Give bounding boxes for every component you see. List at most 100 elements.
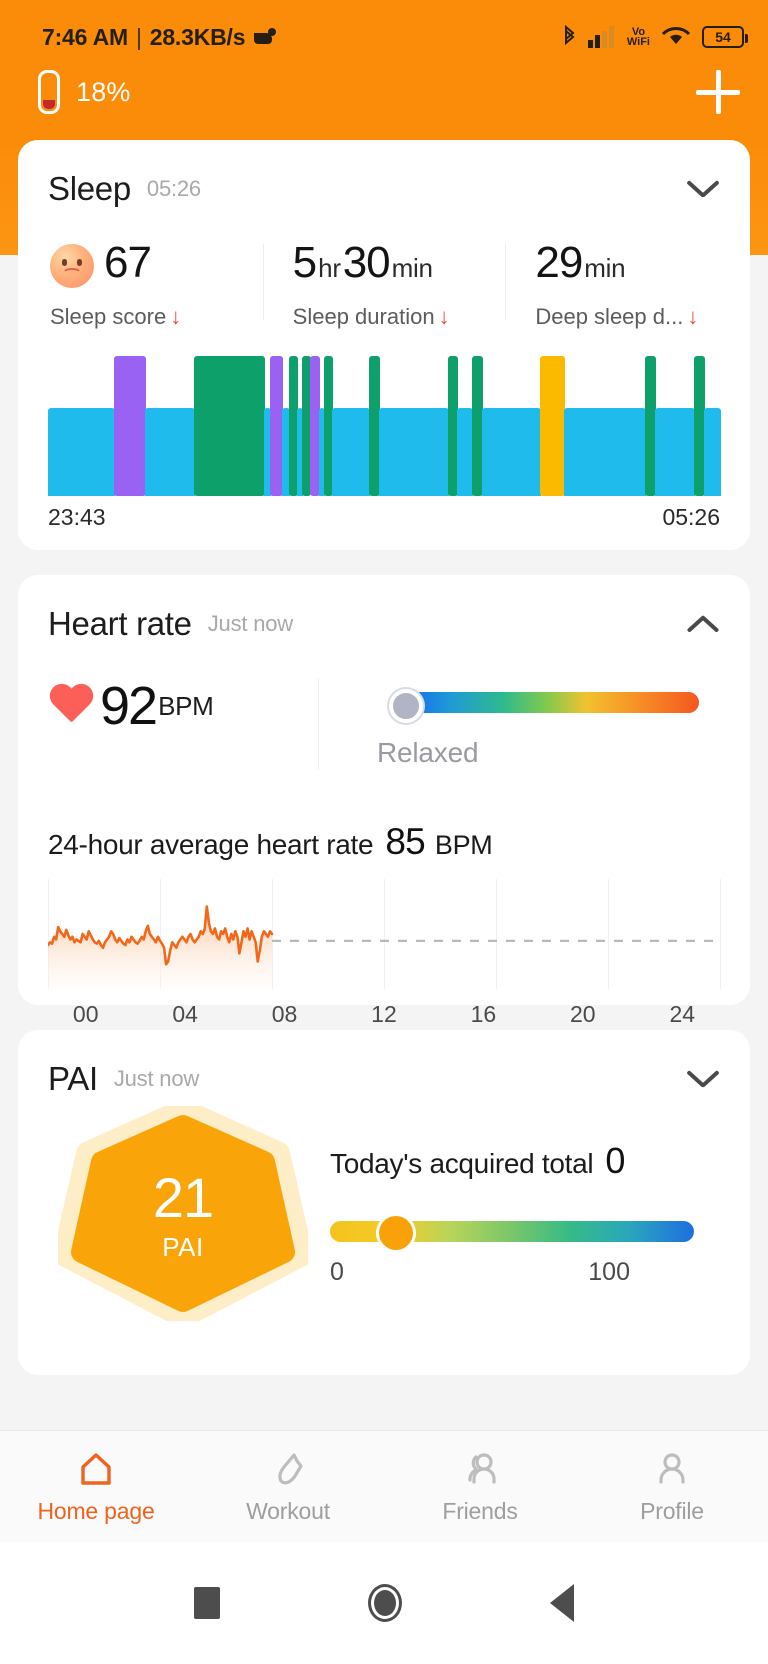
sleep-time: 05:26 <box>146 176 201 201</box>
heart-rate-24h-chart[interactable] <box>48 879 721 989</box>
nav-item-friends[interactable]: Friends <box>384 1448 576 1525</box>
heart-rate-state: Relaxed <box>377 737 479 768</box>
axis-tick-label: 16 <box>470 1001 497 1027</box>
chevron-down-icon[interactable] <box>686 1062 720 1096</box>
pai-score: 21 <box>152 1166 214 1229</box>
chevron-down-icon[interactable] <box>686 172 720 206</box>
heart-rate-average-title-row: 24-hour average heart rate 85 BPM <box>48 821 750 863</box>
sleep-stage-segment <box>482 407 541 496</box>
sleep-stage-segment <box>368 356 380 496</box>
sleep-axis-end: 05:26 <box>662 504 720 530</box>
axis-tick-label: 04 <box>172 1001 198 1027</box>
sleep-title: Sleep <box>48 170 131 207</box>
sleep-stage-segment <box>654 407 696 496</box>
heart-rate-average-label: 24-hour average heart rate <box>48 829 374 860</box>
status-bar: 7:46 AM | 28.3KB/s Vo WiFi 54 <box>0 0 768 56</box>
heart-rate-time: Just now <box>207 611 293 636</box>
device-battery-percent: 18% <box>76 76 131 107</box>
device-row: 18% <box>0 56 768 114</box>
sleep-stage-segment <box>378 407 449 496</box>
sleep-score-stat: 67 Sleep score ↓ <box>20 240 263 330</box>
heart-rate-line-chart <box>48 905 720 989</box>
pai-slider-min: 0 <box>330 1258 344 1286</box>
heart-rate-chart-axis: 00 04 08 12 16 20 24 <box>36 1001 732 1028</box>
home-button-icon[interactable] <box>368 1584 402 1622</box>
friends-icon <box>459 1448 501 1490</box>
pai-slider[interactable] <box>330 1216 694 1250</box>
heart-rate-zone: Relaxed <box>318 679 750 769</box>
pai-total-row: Today's acquired total 0 <box>330 1140 726 1182</box>
cellular-signal-icon <box>587 26 616 48</box>
trend-down-icon: ↓ <box>170 304 182 329</box>
wifi-icon <box>661 25 691 49</box>
nav-label-workout: Workout <box>246 1498 330 1524</box>
sleep-duration-stat: 5 hr 30 min Sleep duration ↓ <box>262 240 506 330</box>
pai-time: Just now <box>113 1066 200 1091</box>
pai-total-label: Today's acquired total <box>330 1148 594 1179</box>
status-bar-left: 7:46 AM | 28.3KB/s <box>42 24 277 51</box>
deep-sleep-value: 29 <box>535 238 583 287</box>
axis-tick-label: 08 <box>271 1001 298 1027</box>
nav-item-workout[interactable]: Workout <box>192 1448 384 1525</box>
sleep-score-value: 67 <box>104 238 152 287</box>
pai-slider-knob[interactable] <box>378 1216 413 1250</box>
sleep-duration-hours-unit: hr <box>318 253 341 283</box>
nav-item-home[interactable]: Home page <box>0 1448 192 1525</box>
add-button[interactable] <box>696 70 740 114</box>
sleep-stage-segment <box>564 407 647 496</box>
sleep-duration-label-row: Sleep duration ↓ <box>293 304 506 330</box>
pai-details: Today's acquired total 0 0 100 <box>308 1140 750 1287</box>
sleep-score-label: Sleep score <box>50 304 167 329</box>
pai-body: 21 PAI Today's acquired total 0 0 100 <box>18 1106 750 1321</box>
sleep-duration-hours: 5 <box>292 238 318 287</box>
sleep-stage-segment <box>332 407 370 496</box>
device-battery-group[interactable]: 18% <box>38 70 131 114</box>
heart-rate-title: Heart rate <box>48 605 192 642</box>
heart-rate-current-row: 92 BPM Relaxed <box>18 679 750 769</box>
heart-rate-value: 92 <box>100 676 158 736</box>
nav-label-friends: Friends <box>442 1498 518 1524</box>
sleep-axis-start: 23:43 <box>48 504 106 530</box>
pai-slider-max: 100 <box>588 1258 630 1286</box>
sleep-stage-segment <box>539 356 566 496</box>
deep-sleep-stat: 29 min Deep sleep d... ↓ <box>505 240 748 330</box>
shoe-icon <box>267 1448 309 1490</box>
bluetooth-icon <box>561 25 577 49</box>
chevron-up-icon[interactable] <box>686 607 720 641</box>
pai-heptagon-content: 21 PAI <box>58 1106 308 1321</box>
sleep-stage-segment <box>193 356 266 496</box>
pai-card[interactable]: PAI Just now 21 PAI Today's acquired tot… <box>18 1030 750 1375</box>
person-icon <box>651 1448 693 1490</box>
deep-sleep-label: Deep sleep d... <box>535 304 684 329</box>
sleep-stage-segment <box>113 356 146 496</box>
heart-rate-card[interactable]: Heart rate Just now 92 BPM Relaxed 24-ho… <box>18 575 750 1027</box>
pai-total-value: 0 <box>605 1140 626 1181</box>
sleep-score-value-row: 67 <box>50 240 263 292</box>
status-network-speed: 28.3KB/s <box>149 23 246 50</box>
system-navigation-bar <box>0 1542 768 1664</box>
deep-sleep-value-row: 29 min <box>535 240 748 292</box>
nav-item-profile[interactable]: Profile <box>576 1448 768 1525</box>
status-time: 7:46 AM <box>42 23 128 50</box>
back-button-icon[interactable] <box>550 1584 574 1622</box>
deep-sleep-unit: min <box>584 253 626 283</box>
status-bar-right: Vo WiFi 54 <box>561 25 748 49</box>
heart-rate-gauge <box>377 689 699 723</box>
sleep-stage-segment <box>270 356 283 496</box>
heart-rate-gauge-knob[interactable] <box>389 689 423 723</box>
sleep-duration-minutes-unit: min <box>391 253 433 283</box>
sleep-stage-chart[interactable] <box>48 356 721 496</box>
heart-rate-card-header: Heart rate Just now <box>18 575 750 643</box>
recents-button-icon[interactable] <box>194 1587 220 1619</box>
pai-slider-scale: 0 100 <box>330 1258 630 1287</box>
band-battery-icon <box>38 70 60 114</box>
axis-tick-label: 20 <box>570 1001 596 1027</box>
sleep-stage-segment <box>457 407 474 496</box>
nav-label-home: Home page <box>37 1498 155 1524</box>
trend-down-icon: ↓ <box>438 304 450 329</box>
sleep-duration-value-row: 5 hr 30 min <box>293 240 506 292</box>
sleep-score-label-row: Sleep score ↓ <box>50 304 263 330</box>
bottom-navigation: Home page Workout Friends Profile <box>0 1430 768 1542</box>
heart-rate-average-value: 85 <box>385 821 425 862</box>
sleep-card[interactable]: Sleep 05:26 67 Sleep score ↓ 5 hr 30 min… <box>18 140 750 550</box>
